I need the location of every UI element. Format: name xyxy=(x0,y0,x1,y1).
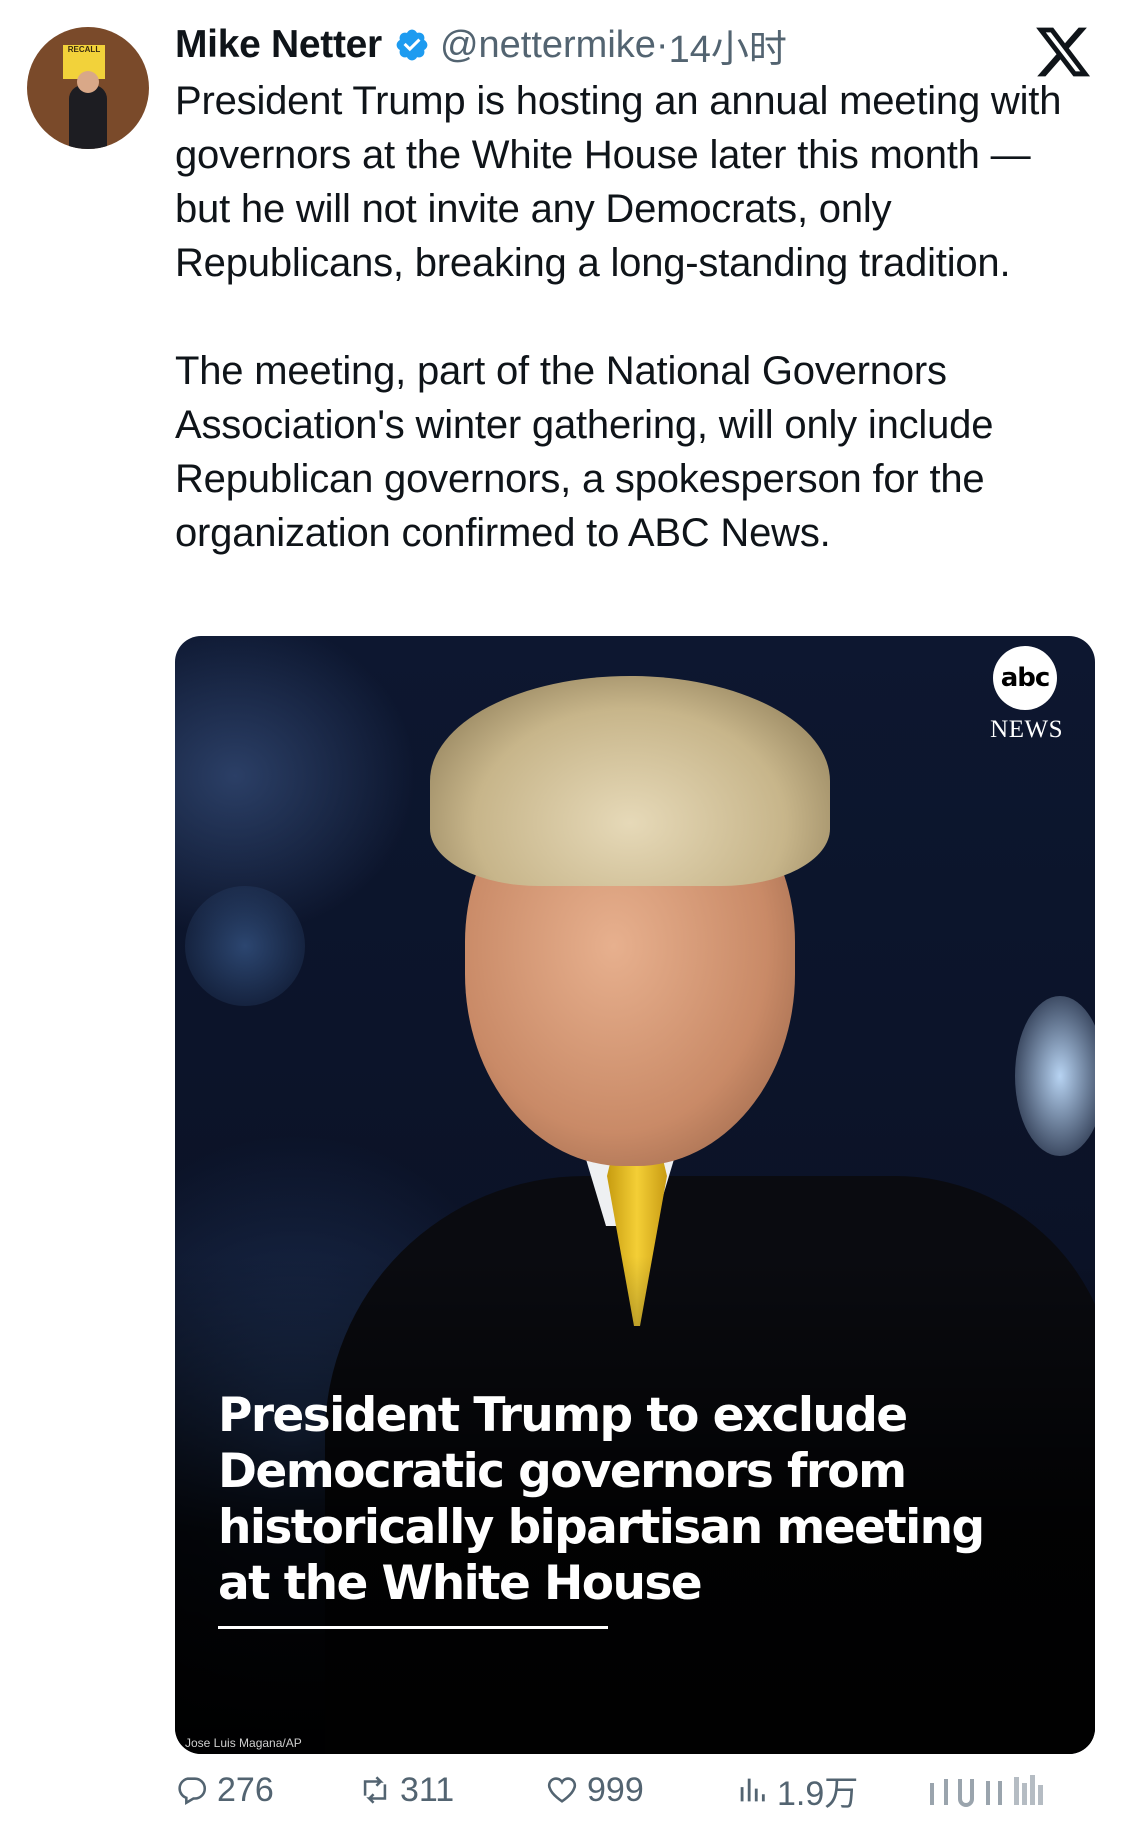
tweet-text: President Trump is hosting an annual mee… xyxy=(175,74,1095,560)
reply-icon xyxy=(178,1777,207,1806)
retweet-count: 311 xyxy=(400,1770,455,1809)
tweet-paragraph-2: The meeting, part of the National Govern… xyxy=(175,349,994,555)
headline-divider xyxy=(218,1626,608,1629)
like-button[interactable]: 999 xyxy=(545,1771,644,1810)
author-name[interactable]: Mike Netter xyxy=(175,23,382,67)
like-icon xyxy=(547,1777,577,1803)
retweet-button[interactable]: 311 xyxy=(358,1771,454,1810)
photo-hair xyxy=(430,676,830,886)
action-bar: 276 311 999 1.9万 xyxy=(175,1760,1095,1820)
reply-count: 276 xyxy=(217,1770,274,1809)
avatar-figure-head xyxy=(77,71,99,93)
tweet-media-image[interactable]: abc NEWS President Trump to exclude Demo… xyxy=(175,636,1095,1754)
views-button[interactable]: 1.9万 xyxy=(735,1766,858,1815)
post-time[interactable]: 14小时 xyxy=(669,18,787,73)
background-light xyxy=(185,886,305,1006)
bookmark-share-icon xyxy=(930,1775,1043,1807)
meta-separator: · xyxy=(655,23,669,66)
avatar-figure-body xyxy=(69,85,107,149)
bookmark-share-button[interactable] xyxy=(893,1773,1091,1807)
abc-news-label: NEWS xyxy=(990,716,1063,743)
views-count: 1.9万 xyxy=(777,1774,859,1813)
tweet-paragraph-1: President Trump is hosting an annual mee… xyxy=(175,79,1062,285)
like-count: 999 xyxy=(587,1770,644,1809)
x-logo-icon[interactable] xyxy=(1033,22,1093,82)
photo-credit: Jose Luis Magana/AP xyxy=(185,1736,302,1750)
retweet-icon xyxy=(363,1776,387,1804)
background-light xyxy=(1015,996,1095,1156)
views-icon xyxy=(740,1778,765,1802)
tweet-header: Mike Netter @nettermike · 14小时 xyxy=(175,18,787,73)
author-handle[interactable]: @nettermike xyxy=(440,24,656,67)
abc-logo-icon: abc xyxy=(993,646,1057,710)
avatar[interactable]: RECALL xyxy=(27,27,149,149)
reply-button[interactable]: 276 xyxy=(175,1771,274,1810)
verified-badge-icon xyxy=(396,29,428,61)
media-headline: President Trump to exclude Democratic go… xyxy=(218,1388,985,1611)
